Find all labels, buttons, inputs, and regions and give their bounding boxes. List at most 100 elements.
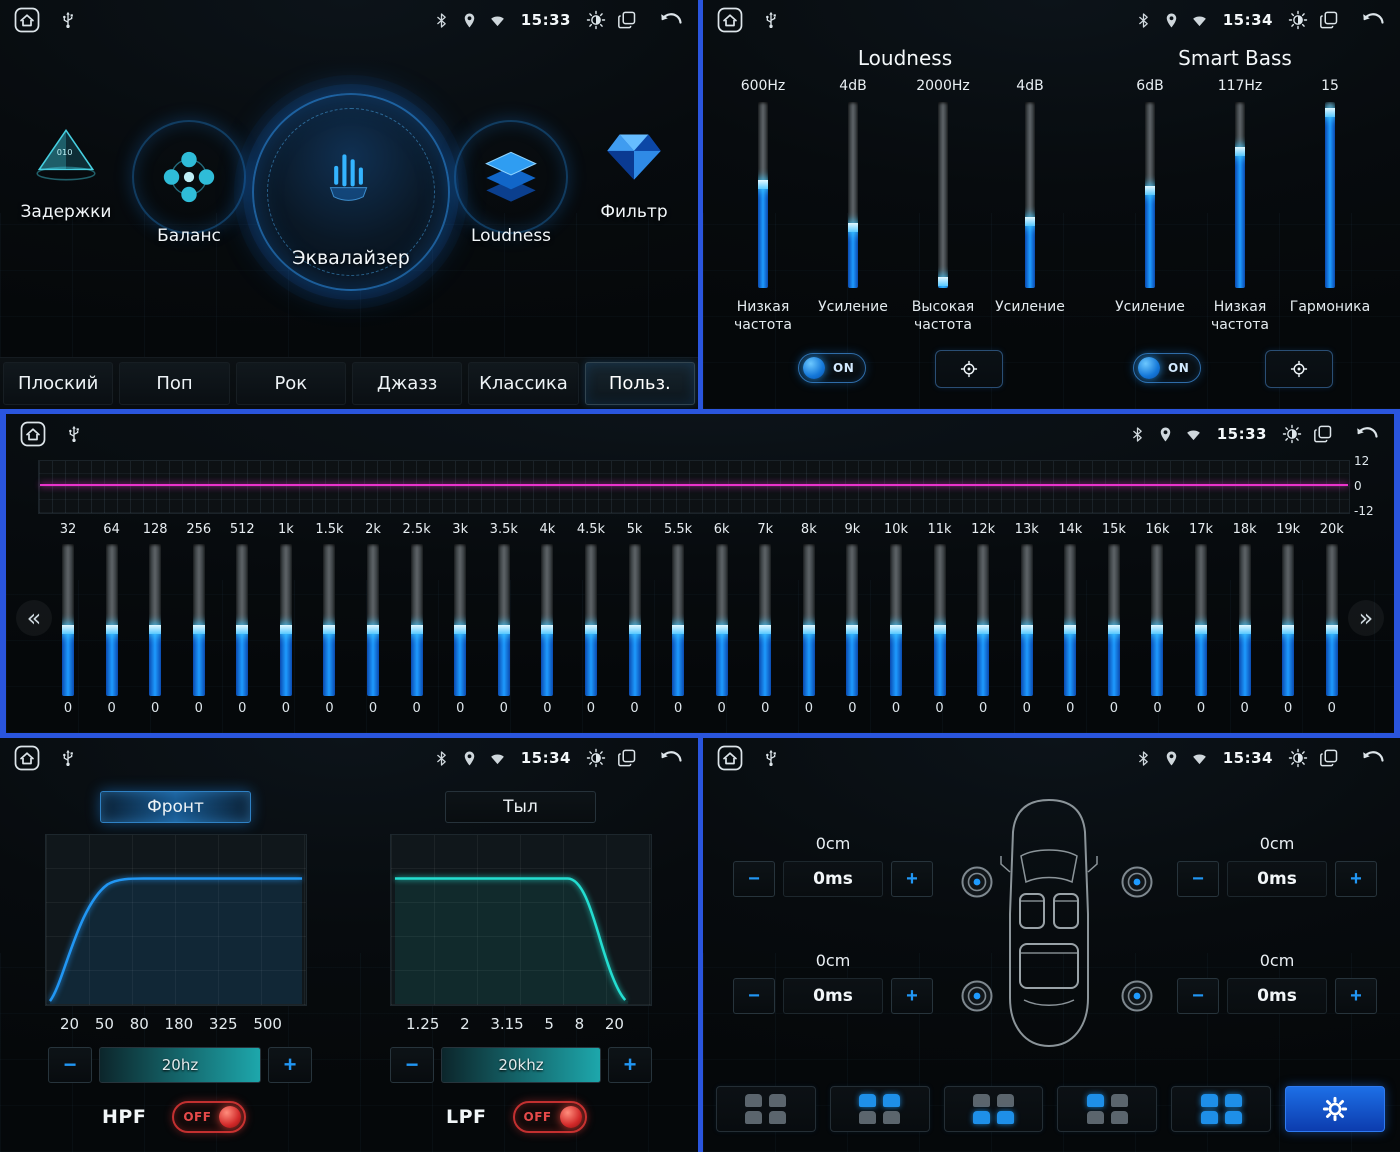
band-slider-512[interactable] (236, 544, 249, 696)
band-slider-12k[interactable] (977, 544, 990, 696)
recents-icon[interactable] (1313, 424, 1333, 444)
band-slider-18k[interactable] (1238, 544, 1251, 696)
hpf-decrease-button[interactable]: − (48, 1047, 92, 1083)
smartbass-tune-button[interactable] (1265, 350, 1333, 388)
vertical-slider-117Hz[interactable] (1235, 102, 1245, 288)
preset-tab-Классика[interactable]: Классика (468, 362, 579, 405)
delay-increase-button[interactable]: + (891, 861, 933, 897)
band-slider-5.5k[interactable] (672, 544, 685, 696)
lpf-frequency-slider[interactable]: 20khz (441, 1047, 601, 1083)
back-icon[interactable] (1360, 7, 1386, 33)
band-slider-17k[interactable] (1195, 544, 1208, 696)
band-slider-2k[interactable] (367, 544, 380, 696)
band-slider-9k[interactable] (846, 544, 859, 696)
back-icon[interactable] (658, 7, 684, 33)
vertical-slider-2000Hz[interactable] (938, 102, 948, 288)
menu-item-balance[interactable]: Баланс (130, 120, 248, 246)
band-slider-10k[interactable] (889, 544, 902, 696)
lpf-toggle[interactable]: OFF (512, 1101, 587, 1133)
listening-position-all[interactable] (1171, 1086, 1272, 1132)
band-slider-15k[interactable] (1107, 544, 1120, 696)
back-icon[interactable] (658, 745, 684, 771)
hpf-increase-button[interactable]: + (268, 1047, 312, 1083)
band-slider-14k[interactable] (1064, 544, 1077, 696)
band-slider-3.5k[interactable] (497, 544, 510, 696)
vertical-slider-4dB[interactable] (848, 102, 858, 288)
band-slider-4.5k[interactable] (584, 544, 597, 696)
band-slider-32[interactable] (62, 544, 74, 696)
brightness-icon[interactable] (1282, 424, 1302, 444)
home-icon[interactable] (717, 745, 743, 771)
vertical-slider-6dB[interactable] (1145, 102, 1155, 288)
preset-tab-Польз.[interactable]: Польз. (584, 362, 695, 405)
delay-increase-button[interactable]: + (1335, 978, 1377, 1014)
listening-position-driver[interactable] (1057, 1086, 1158, 1132)
loudness-on-toggle[interactable]: ON (798, 353, 866, 383)
prev-page-chevron[interactable]: « (16, 600, 52, 636)
preset-tab-Рок[interactable]: Рок (235, 362, 346, 405)
band-slider-16k[interactable] (1151, 544, 1164, 696)
band-slider-8k[interactable] (802, 544, 815, 696)
eq-scale-labels: 12 0 -12 (1354, 454, 1384, 518)
back-icon[interactable] (1360, 745, 1386, 771)
menu-item-loudness[interactable]: Loudness (452, 120, 570, 246)
home-icon[interactable] (20, 421, 46, 447)
hpf-toggle[interactable]: OFF (172, 1101, 247, 1133)
band-slider-6k[interactable] (715, 544, 728, 696)
band-slider-128[interactable] (149, 544, 162, 696)
tab-front[interactable]: Фронт (100, 791, 251, 823)
hpf-frequency-slider[interactable]: 20hz (99, 1047, 261, 1083)
vertical-slider-4dB[interactable] (1025, 102, 1035, 288)
delay-increase-button[interactable]: + (1335, 861, 1377, 897)
preset-tab-Поп[interactable]: Поп (119, 362, 230, 405)
lpf-decrease-button[interactable]: − (390, 1047, 434, 1083)
lpf-increase-button[interactable]: + (608, 1047, 652, 1083)
preset-tab-Джазз[interactable]: Джазз (351, 362, 463, 405)
brightness-icon[interactable] (586, 748, 606, 768)
brightness-icon[interactable] (1288, 748, 1308, 768)
band-slider-4k[interactable] (541, 544, 554, 696)
band-slider-11k[interactable] (933, 544, 946, 696)
band-slider-20k[interactable] (1325, 544, 1338, 696)
home-icon[interactable] (14, 7, 40, 33)
back-icon[interactable] (1354, 421, 1380, 447)
seat-icon (1110, 1094, 1128, 1107)
band-slider-19k[interactable] (1282, 544, 1295, 696)
menu-item-filter[interactable]: Фильтр (584, 118, 684, 222)
recents-icon[interactable] (617, 10, 637, 30)
band-slider-13k[interactable] (1020, 544, 1033, 696)
listening-position-front[interactable] (829, 1086, 930, 1132)
brightness-icon[interactable] (1288, 10, 1308, 30)
listening-position-none[interactable] (716, 1086, 816, 1132)
band-slider-256[interactable] (192, 544, 205, 696)
recents-icon[interactable] (1319, 10, 1339, 30)
menu-item-equalizer[interactable]: Эквалайзер (252, 93, 450, 291)
band-slider-2.5k[interactable] (410, 544, 423, 696)
recents-icon[interactable] (1319, 748, 1339, 768)
band-slider-3k[interactable] (454, 544, 467, 696)
preset-tab-Плоский[interactable]: Плоский (3, 362, 114, 405)
band-slider-64[interactable] (105, 544, 118, 696)
loudness-tune-button[interactable] (935, 350, 1003, 388)
vertical-slider-600Hz[interactable] (758, 102, 768, 288)
delay-decrease-button[interactable]: − (1177, 861, 1219, 897)
band-slider-1k[interactable] (279, 544, 292, 696)
band-slider-1.5k[interactable] (323, 544, 336, 696)
band-slider-5k[interactable] (628, 544, 641, 696)
delay-decrease-button[interactable]: − (1177, 978, 1219, 1014)
next-page-chevron[interactable]: » (1348, 600, 1384, 636)
smartbass-on-toggle[interactable]: ON (1133, 353, 1201, 383)
home-icon[interactable] (14, 745, 40, 771)
delay-increase-button[interactable]: + (891, 978, 933, 1014)
home-icon[interactable] (717, 7, 743, 33)
listening-position-rear[interactable] (943, 1086, 1044, 1132)
vertical-slider-15[interactable] (1325, 102, 1335, 288)
delay-decrease-button[interactable]: − (733, 978, 775, 1014)
band-slider-7k[interactable] (759, 544, 772, 696)
brightness-icon[interactable] (586, 10, 606, 30)
menu-item-delays[interactable]: 010 Задержки (16, 118, 116, 222)
tab-rear[interactable]: Тыл (445, 791, 596, 823)
recents-icon[interactable] (617, 748, 637, 768)
delay-decrease-button[interactable]: − (733, 861, 775, 897)
settings-button[interactable] (1285, 1086, 1385, 1132)
